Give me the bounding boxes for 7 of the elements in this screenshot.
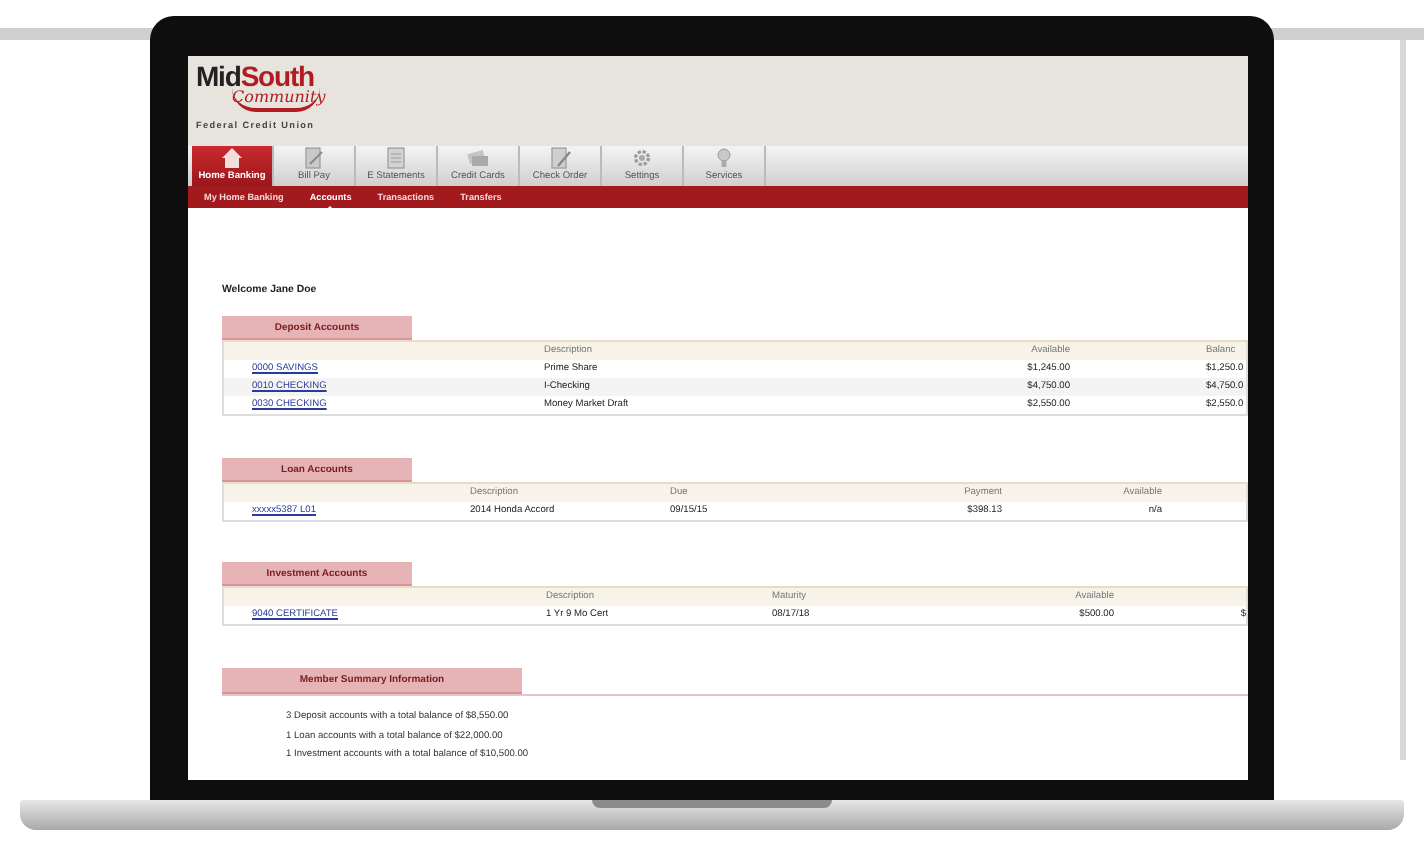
gear-icon (630, 146, 654, 170)
cards-icon (466, 146, 490, 170)
document-icon (384, 146, 408, 170)
document-icon (302, 146, 326, 170)
logo-wordmark: MidSouth (196, 62, 314, 90)
pen-document-icon (548, 146, 572, 170)
lightbulb-icon (712, 146, 736, 170)
